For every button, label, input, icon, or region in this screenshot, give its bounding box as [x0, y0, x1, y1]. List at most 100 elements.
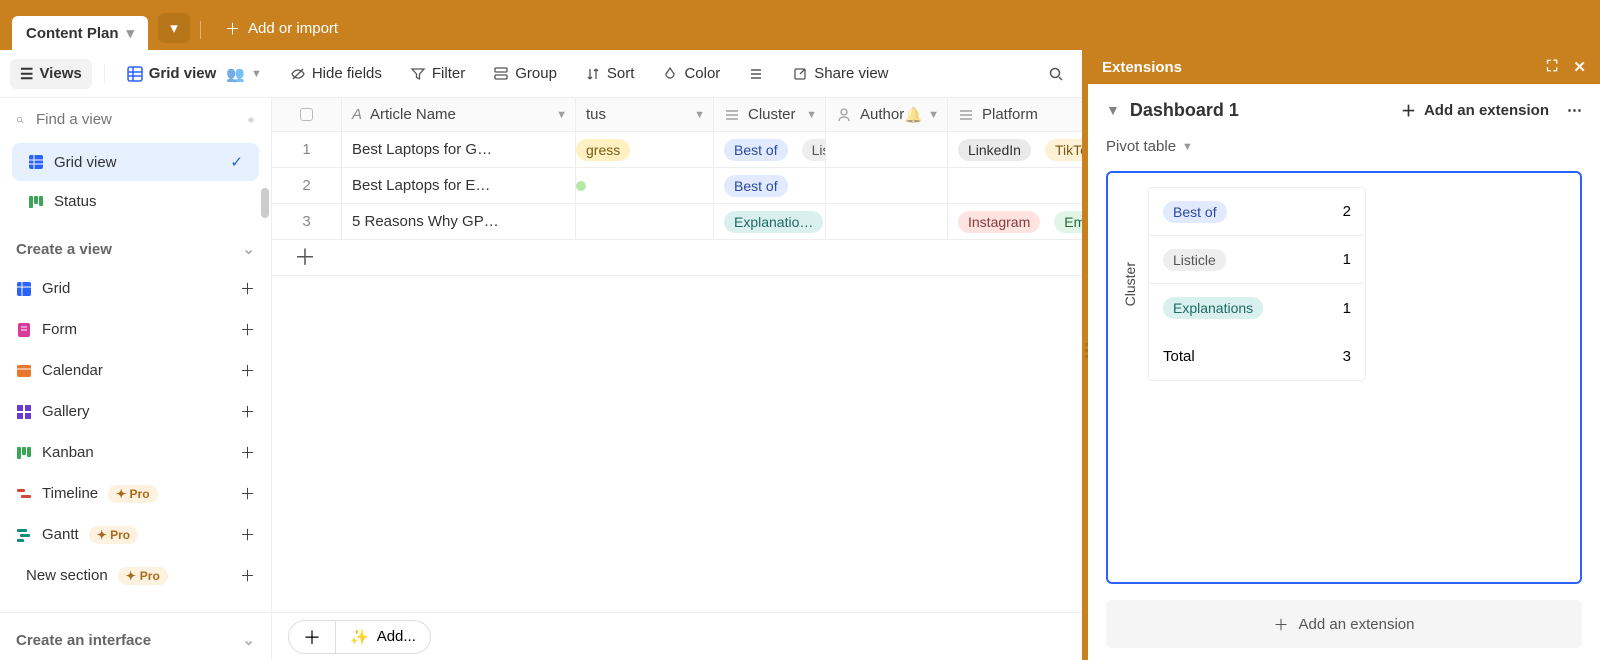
- more-icon[interactable]: ⋯: [1567, 101, 1582, 119]
- table-tab[interactable]: Content Plan ▾: [12, 16, 148, 50]
- column-article-name[interactable]: A Article Name ▼: [342, 98, 576, 131]
- column-platform[interactable]: Platform: [948, 98, 1082, 131]
- dashboard-title[interactable]: Dashboard 1: [1130, 100, 1239, 121]
- view-type-gallery[interactable]: Gallery ＋: [0, 391, 271, 432]
- column-label: Author: [860, 106, 904, 123]
- table-row[interactable]: 1 Best Laptops for G… gress Best ofListi…: [272, 132, 1082, 168]
- create-interface-header[interactable]: Create an interface ⌄: [0, 613, 271, 659]
- grid-footer: ＋ ✨ Add...: [272, 612, 1082, 660]
- pivot-card[interactable]: Cluster Best of2Listicle1Explanations1 T…: [1106, 171, 1582, 584]
- cell-author[interactable]: [826, 132, 948, 167]
- search-button[interactable]: [1040, 58, 1072, 90]
- table-row[interactable]: 2 Best Laptops for E… Best of: [272, 168, 1082, 204]
- select-all[interactable]: [272, 98, 342, 131]
- cell-platform[interactable]: [948, 168, 1082, 203]
- pivot-total-value: 3: [1343, 348, 1351, 365]
- close-icon[interactable]: ✕: [1573, 58, 1586, 76]
- views-label: Views: [39, 65, 81, 82]
- cell-author[interactable]: [826, 168, 948, 203]
- add-menu-button[interactable]: ✨ Add...: [336, 620, 431, 654]
- cell-platform[interactable]: LinkedInTikTok: [948, 132, 1082, 167]
- chevron-down-icon[interactable]: ▼: [806, 109, 817, 121]
- view-type-label: Timeline: [42, 485, 98, 502]
- create-view-header[interactable]: Create a view ⌄: [0, 222, 271, 268]
- text-icon: A: [352, 106, 362, 123]
- group-button[interactable]: Group: [483, 59, 567, 88]
- status-tag: gress: [576, 139, 630, 161]
- topbar: Content Plan ▾ ▾ ＋ Add or import: [0, 0, 1600, 50]
- cell-cluster[interactable]: Best of: [714, 168, 826, 203]
- add-row[interactable]: ＋: [272, 240, 1082, 276]
- pivot-row: Listicle1: [1149, 236, 1365, 284]
- table-row[interactable]: 3 5 Reasons Why GP… Explanatio… Instagra…: [272, 204, 1082, 240]
- gear-icon[interactable]: [247, 112, 255, 128]
- cell-article-name[interactable]: Best Laptops for G…: [342, 132, 576, 167]
- check-icon: ✓: [230, 153, 243, 171]
- view-type-gantt[interactable]: Gantt ✦ Pro ＋: [0, 514, 271, 555]
- row-height-button[interactable]: [738, 60, 774, 88]
- color-button[interactable]: Color: [652, 59, 730, 88]
- eye-off-icon: [290, 66, 306, 82]
- chevron-down-icon[interactable]: ▼: [1106, 102, 1120, 118]
- grid-icon: [28, 154, 44, 170]
- view-type-form[interactable]: Form ＋: [0, 309, 271, 350]
- view-search[interactable]: [0, 98, 271, 141]
- expand-icon[interactable]: ⛶: [1547, 58, 1558, 76]
- pivot-value: 1: [1343, 300, 1351, 317]
- cluster-tag: Explanatio…: [724, 211, 823, 233]
- add-record-button[interactable]: ＋: [288, 620, 336, 654]
- column-cluster[interactable]: Cluster ▼: [714, 98, 826, 131]
- bell-icon: 🔔: [904, 106, 923, 124]
- view-search-input[interactable]: [34, 110, 237, 129]
- share-view-button[interactable]: Share view: [782, 59, 898, 88]
- plus-icon: ＋: [1401, 100, 1416, 121]
- tables-dropdown[interactable]: ▾: [158, 13, 190, 43]
- form-icon: [16, 322, 32, 338]
- view-type-grid[interactable]: Grid ＋: [0, 268, 271, 309]
- group-icon: [493, 66, 509, 82]
- column-label: Cluster: [748, 106, 796, 123]
- add-or-import-button[interactable]: ＋ Add or import: [215, 12, 348, 45]
- new-section-button[interactable]: New section ✦ Pro ＋: [0, 555, 271, 596]
- add-extension-button[interactable]: ＋ Add an extension: [1401, 100, 1549, 121]
- chevron-down-icon[interactable]: ▼: [694, 109, 705, 121]
- cell-status[interactable]: gress: [576, 132, 714, 167]
- resize-handle[interactable]: [1082, 330, 1090, 370]
- cell-article-name[interactable]: Best Laptops for E…: [342, 168, 576, 203]
- section-label: Create a view: [16, 241, 112, 258]
- view-type-timeline[interactable]: Timeline ✦ Pro ＋: [0, 473, 271, 514]
- hide-fields-button[interactable]: Hide fields: [280, 59, 392, 88]
- extension-type-select[interactable]: Pivot table ▼: [1106, 138, 1582, 155]
- cell-platform[interactable]: InstagramEmai: [948, 204, 1082, 239]
- views-button[interactable]: ☰ Views: [10, 59, 92, 89]
- row-number: 1: [272, 132, 342, 167]
- column-author[interactable]: Author 🔔 ▼: [826, 98, 948, 131]
- grid: A Article Name ▼ tus ▼ Cluster ▼: [272, 98, 1082, 660]
- cell-cluster[interactable]: Explanatio…: [714, 204, 826, 239]
- cell-status[interactable]: [576, 204, 714, 239]
- menu-icon: ☰: [20, 65, 33, 83]
- sort-button[interactable]: Sort: [575, 59, 645, 88]
- plus-icon: ＋: [240, 360, 255, 381]
- filter-button[interactable]: Filter: [400, 59, 475, 88]
- chevron-down-icon[interactable]: ▼: [556, 109, 567, 121]
- view-name-label: Grid view: [149, 65, 217, 82]
- add-extension-big-button[interactable]: ＋ Add an extension: [1106, 600, 1582, 648]
- view-item-status[interactable]: Status: [12, 183, 259, 220]
- column-status[interactable]: tus ▼: [576, 98, 714, 131]
- view-item-grid[interactable]: Grid view ✓: [12, 143, 259, 181]
- color-label: Color: [684, 65, 720, 82]
- view-name[interactable]: Grid view 👥 ▼: [117, 59, 272, 89]
- cell-status[interactable]: [576, 168, 714, 203]
- view-type-calendar[interactable]: Calendar ＋: [0, 350, 271, 391]
- hide-fields-label: Hide fields: [312, 65, 382, 82]
- cell-author[interactable]: [826, 204, 948, 239]
- scrollbar[interactable]: [261, 188, 269, 218]
- cell-cluster[interactable]: Best ofListi: [714, 132, 826, 167]
- divider: [104, 64, 105, 84]
- pivot-row: Best of2: [1149, 188, 1365, 236]
- left-panel: ☰ Views Grid view 👥 ▼ Hide fields Filter: [0, 50, 1082, 660]
- view-type-kanban[interactable]: Kanban ＋: [0, 432, 271, 473]
- cell-article-name[interactable]: 5 Reasons Why GP…: [342, 204, 576, 239]
- chevron-down-icon[interactable]: ▼: [928, 109, 939, 121]
